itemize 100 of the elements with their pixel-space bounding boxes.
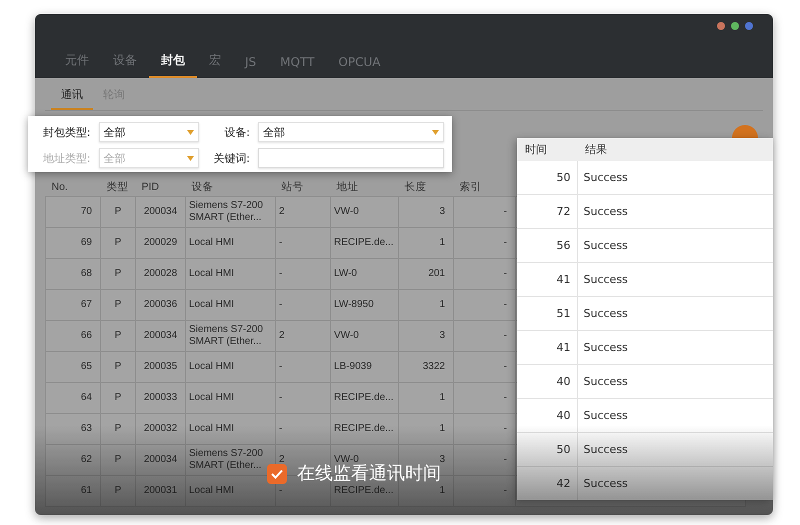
table-cell: 2: [276, 320, 330, 352]
column-header: 结果: [577, 138, 773, 161]
table-cell: 200034: [136, 320, 186, 352]
table-cell: Local HMI: [186, 414, 276, 444]
table-cell: 56: [517, 228, 577, 262]
tab[interactable]: 设备: [101, 52, 149, 78]
table-cell: 1: [398, 228, 454, 258]
table-cell: LB-9039: [330, 352, 398, 382]
table-cell: Success: [577, 262, 773, 296]
column-header: 设备: [186, 177, 276, 196]
dropdown[interactable]: 全部: [98, 122, 198, 142]
table-cell: 51: [517, 296, 577, 330]
table-cell: Success: [577, 398, 773, 432]
table-cell: Success: [577, 228, 773, 262]
column-header: 站号: [276, 177, 330, 196]
table-cell: Siemens S7-200 SMART (Ether...: [186, 196, 276, 228]
dropdown[interactable]: 全部: [258, 122, 444, 142]
table-cell: Local HMI: [186, 258, 276, 290]
table-cell: Siemens S7-200 SMART (Ether...: [186, 444, 276, 476]
subtab[interactable]: 通讯: [51, 87, 93, 110]
table-cell: P: [100, 290, 136, 320]
table-cell: 40: [517, 364, 577, 398]
table-cell: P: [100, 320, 136, 352]
table-cell: 1: [398, 382, 454, 414]
table-cell: VW-0: [330, 196, 398, 228]
table-cell: 3: [398, 196, 454, 228]
table-cell: 2: [276, 196, 330, 228]
tab[interactable]: 宏: [197, 52, 233, 78]
table-cell: 1: [398, 414, 454, 444]
table-cell: 3322: [398, 352, 454, 382]
table-cell: 41: [517, 330, 577, 364]
table-cell: -: [276, 352, 330, 382]
table-cell: P: [100, 352, 136, 382]
tab[interactable]: MQTT: [268, 55, 326, 78]
keyword-field[interactable]: [258, 148, 444, 168]
table-cell: -: [454, 444, 516, 476]
column-header: 类型: [100, 177, 136, 196]
table-cell: P: [100, 196, 136, 228]
table-cell: 201: [398, 258, 454, 290]
table-cell: 200034: [136, 196, 186, 228]
checkbox[interactable]: [267, 464, 287, 484]
table-cell: 65: [46, 352, 100, 382]
table-cell: Success: [577, 194, 773, 228]
column-header: 地址: [330, 177, 398, 196]
table-cell: -: [454, 258, 516, 290]
table-cell: -: [454, 196, 516, 228]
column-header: 时间: [517, 138, 577, 161]
table-cell: 200032: [136, 414, 186, 444]
table-cell: 200028: [136, 258, 186, 290]
window-control[interactable]: [745, 22, 753, 30]
table-cell: -: [454, 290, 516, 320]
table-cell: 200031: [136, 476, 186, 506]
tab[interactable]: JS: [233, 55, 268, 78]
table-cell: P: [100, 414, 136, 444]
table-cell: P: [100, 476, 136, 506]
table-cell: P: [100, 444, 136, 476]
table-cell: 62: [46, 444, 100, 476]
table-cell: Success: [577, 432, 773, 466]
table-cell: Local HMI: [186, 352, 276, 382]
table-cell: Local HMI: [186, 290, 276, 320]
table-cell: 200034: [136, 444, 186, 476]
filter-label: 关键词:: [212, 150, 250, 166]
table-cell: RECIPE.de...: [330, 382, 398, 414]
column-header: No.: [46, 177, 100, 196]
table-cell: P: [100, 228, 136, 258]
table-cell: RECIPE.de...: [330, 228, 398, 258]
table-cell: 50: [517, 432, 577, 466]
column-header: PID: [136, 177, 186, 196]
table-cell: P: [100, 258, 136, 290]
caret-icon: [186, 156, 194, 160]
filter-label: 地址类型:: [42, 150, 90, 166]
table-cell: 40: [517, 398, 577, 432]
table-cell: RECIPE.de...: [330, 414, 398, 444]
table-cell: 200033: [136, 382, 186, 414]
table-cell: -: [454, 352, 516, 382]
tab[interactable]: 元件: [53, 52, 101, 78]
table-cell: LW-8950: [330, 290, 398, 320]
table-cell: LW-0: [330, 258, 398, 290]
check-icon: [271, 469, 283, 479]
table-cell: -: [454, 382, 516, 414]
table-cell: Success: [577, 364, 773, 398]
filter-label: 设备:: [223, 124, 250, 140]
tab[interactable]: OPCUA: [326, 55, 392, 78]
table-cell: 68: [46, 258, 100, 290]
table-cell: 1: [398, 290, 454, 320]
column-header: 索引: [454, 177, 516, 196]
table-cell: VW-0: [330, 320, 398, 352]
table-cell: Siemens S7-200 SMART (Ether...: [186, 320, 276, 352]
column-header: 长度: [398, 177, 454, 196]
window-control[interactable]: [717, 22, 725, 30]
table-cell: P: [100, 382, 136, 414]
table-cell: Success: [577, 330, 773, 364]
tab[interactable]: 封包: [149, 52, 197, 78]
table-cell: 64: [46, 382, 100, 414]
table-cell: 72: [517, 194, 577, 228]
table-cell: Local HMI: [186, 382, 276, 414]
table-cell: 200036: [136, 290, 186, 320]
table-cell: -: [454, 228, 516, 258]
table-cell: Success: [577, 296, 773, 330]
window-control[interactable]: [731, 22, 739, 30]
